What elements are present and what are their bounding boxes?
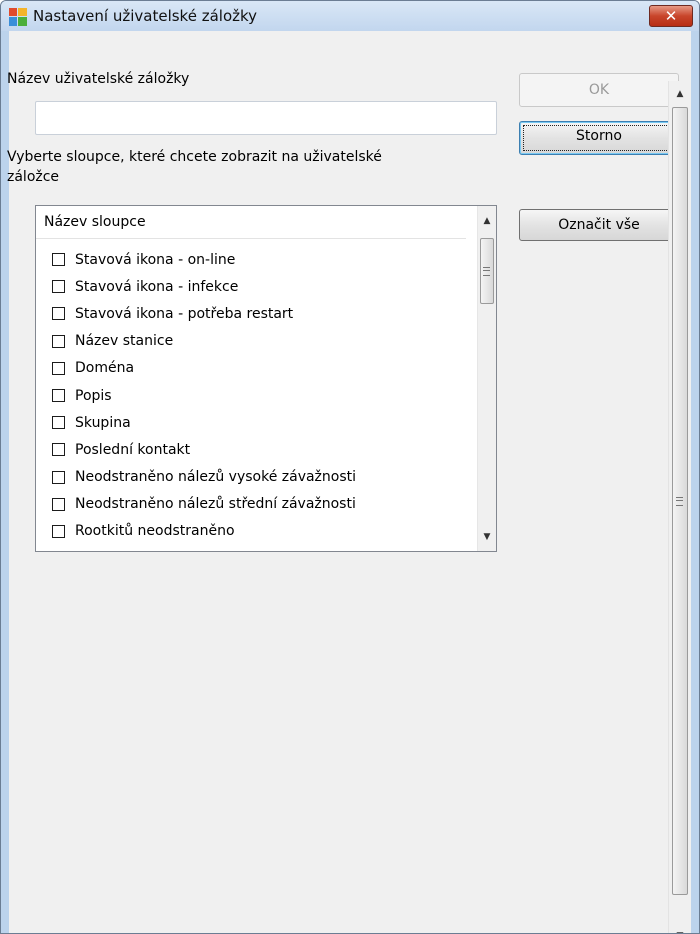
list-item[interactable]: Doména xyxy=(52,355,356,382)
column-checkbox[interactable] xyxy=(52,361,65,375)
list-item[interactable]: Neodstraněno nálezů vysoké závažnosti xyxy=(52,464,356,491)
window-title: Nastavení uživatelské záložky xyxy=(33,7,258,25)
list-item[interactable]: Poslední kontakt xyxy=(52,436,356,463)
columns-instruction-line2: záložce xyxy=(7,169,60,185)
column-label: Název stanice xyxy=(75,333,174,350)
column-checkbox[interactable] xyxy=(52,389,65,403)
scroll-down-icon[interactable]: ▼ xyxy=(478,528,496,546)
tab-name-input[interactable] xyxy=(35,101,497,135)
avg-logo-icon xyxy=(9,8,27,26)
columns-list-header[interactable]: Název sloupce xyxy=(36,206,466,239)
column-label: Rootkitů neodstraněno xyxy=(75,523,235,540)
title-bar[interactable]: Nastavení uživatelské záložky ✕ xyxy=(1,1,699,31)
column-checkbox[interactable] xyxy=(52,280,65,294)
list-item[interactable]: Neodstraněno nálezů střední závažnosti xyxy=(52,491,356,518)
dialog-window: Nastavení uživatelské záložky ✕ Název už… xyxy=(0,0,700,934)
select-all-button[interactable]: Označit vše xyxy=(519,209,679,241)
scroll-down-icon[interactable]: ▼ xyxy=(671,927,689,933)
scroll-up-icon[interactable]: ▲ xyxy=(478,212,496,230)
column-label: Stavová ikona - infekce xyxy=(75,278,239,295)
columns-instruction-line1: Vyberte sloupce, které chcete zobrazit n… xyxy=(7,149,382,165)
column-checkbox[interactable] xyxy=(52,524,65,538)
ok-button[interactable]: OK xyxy=(519,73,679,107)
list-item[interactable]: Popis xyxy=(52,382,356,409)
columns-header-label: Název sloupce xyxy=(44,214,146,230)
list-item[interactable]: Název stanice xyxy=(52,328,356,355)
list-item[interactable]: Stavová ikona - potřeba restart xyxy=(52,300,356,327)
column-label: Skupina xyxy=(75,414,131,431)
close-icon: ✕ xyxy=(664,7,678,25)
list-item[interactable]: Stavová ikona - on-line xyxy=(52,246,356,273)
column-checkbox[interactable] xyxy=(52,443,65,457)
select-all-button-label: Označit vše xyxy=(558,217,640,233)
column-label: Poslední kontakt xyxy=(75,441,191,458)
column-checkbox[interactable] xyxy=(52,470,65,484)
column-label: Doména xyxy=(75,360,135,377)
tab-name-label: Název uživatelské záložky xyxy=(7,71,190,87)
column-checkbox[interactable] xyxy=(52,307,65,321)
list-scroll-thumb[interactable] xyxy=(480,238,494,304)
column-label: Stavová ikona - on-line xyxy=(75,251,236,268)
column-checkbox[interactable] xyxy=(52,334,65,348)
columns-list-items: Stavová ikona - on-line Stavová ikona - i… xyxy=(52,246,356,545)
grip-icon xyxy=(676,497,683,506)
list-scrollbar[interactable]: ▲ ▼ xyxy=(477,206,496,551)
cancel-button[interactable]: Storno xyxy=(519,121,679,155)
focus-rectangle xyxy=(523,125,675,151)
column-label: Neodstraněno nálezů vysoké závažnosti xyxy=(75,469,357,486)
column-label: Popis xyxy=(75,387,112,404)
column-checkbox[interactable] xyxy=(52,497,65,511)
column-checkbox[interactable] xyxy=(52,416,65,430)
column-label: Stavová ikona - potřeba restart xyxy=(75,305,294,322)
list-item[interactable]: Rootkitů neodstraněno xyxy=(52,518,356,545)
column-label: Neodstraněno nálezů střední závažnosti xyxy=(75,496,356,513)
columns-list[interactable]: Název sloupce Stavová ikona - on-line Sta… xyxy=(35,205,497,552)
column-checkbox[interactable] xyxy=(52,253,65,267)
close-button[interactable]: ✕ xyxy=(649,5,693,27)
grip-icon xyxy=(483,267,490,276)
list-item[interactable]: Skupina xyxy=(52,409,356,436)
window-scrollbar[interactable]: ▲ ▼ xyxy=(668,81,691,933)
dialog-body: Název uživatelské záložky Vyberte sloupc… xyxy=(7,31,691,933)
window-scroll-thumb[interactable] xyxy=(672,107,688,895)
list-item[interactable]: Stavová ikona - infekce xyxy=(52,273,356,300)
ok-button-label: OK xyxy=(588,82,610,98)
scroll-up-icon[interactable]: ▲ xyxy=(671,85,689,103)
